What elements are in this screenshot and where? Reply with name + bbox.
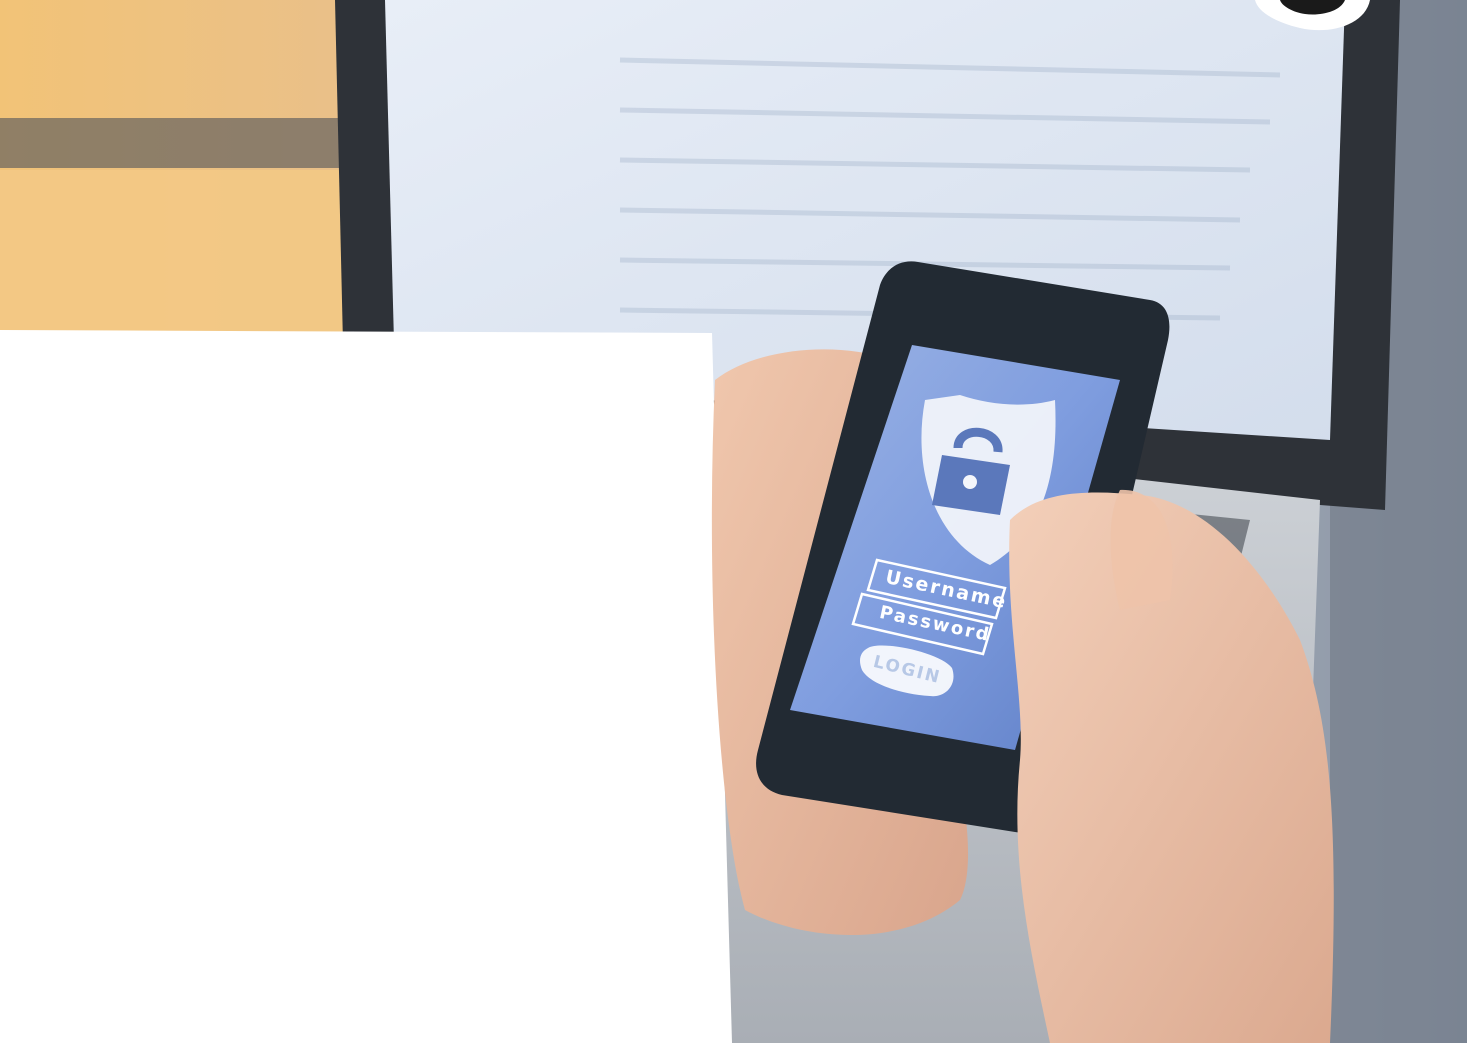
white-text-panel xyxy=(0,330,732,1043)
window-glow xyxy=(0,170,360,340)
window-frame xyxy=(0,118,380,168)
lock-keyhole xyxy=(963,475,977,489)
photo-scene xyxy=(0,0,1467,1043)
